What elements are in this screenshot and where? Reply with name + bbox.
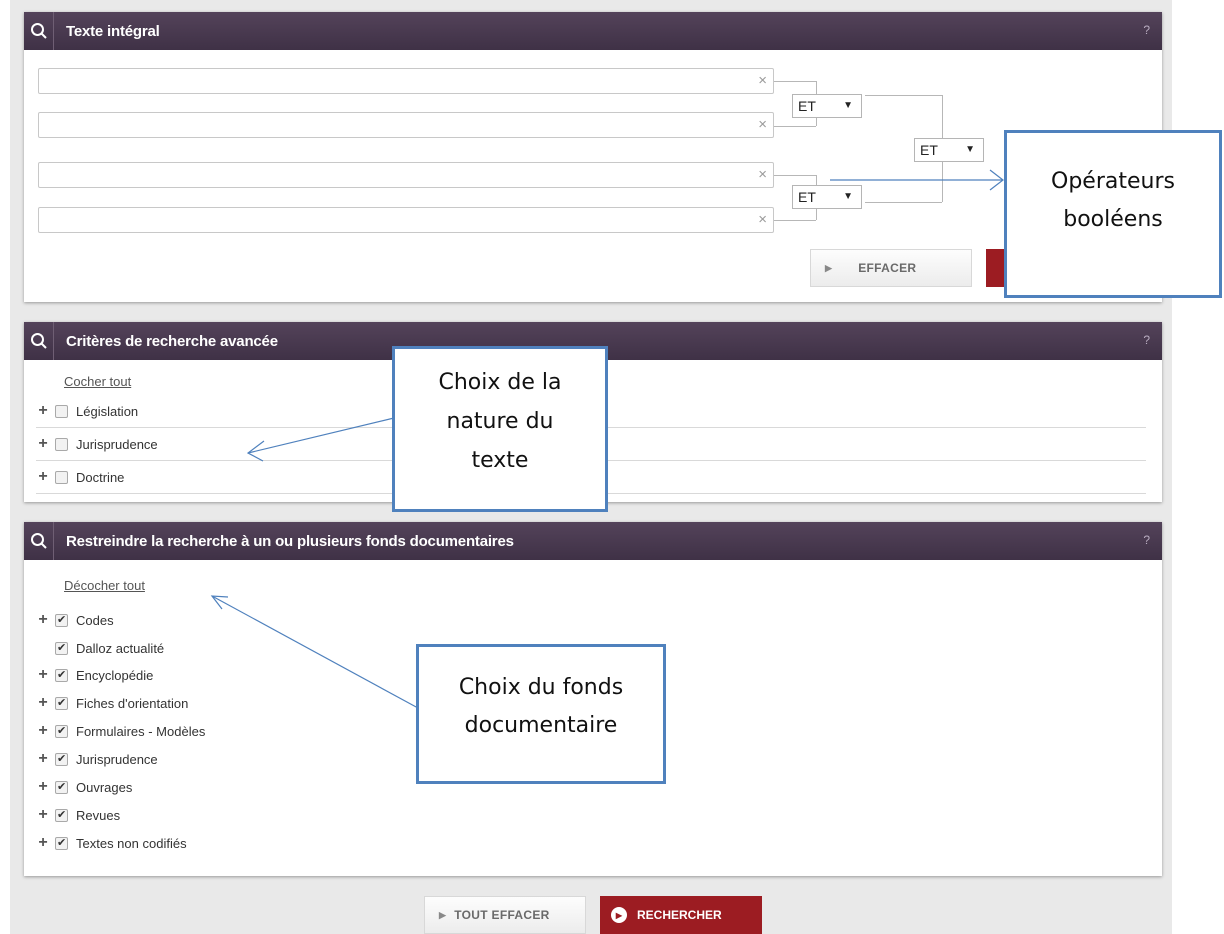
- fonds-row[interactable]: +Jurisprudence: [36, 748, 157, 770]
- expand-icon[interactable]: +: [36, 778, 50, 796]
- search-button[interactable]: ▶ RECHERCHER: [600, 896, 762, 934]
- dropdown-arrow-icon: ▼: [843, 100, 853, 111]
- play-icon: ▶: [825, 262, 833, 273]
- play-circle-icon: ▶: [611, 907, 627, 923]
- fulltext-input-4[interactable]: ×: [38, 207, 774, 233]
- expand-icon[interactable]: +: [36, 666, 50, 684]
- clear-icon[interactable]: ×: [758, 117, 767, 132]
- clear-icon[interactable]: ×: [758, 73, 767, 88]
- checkbox[interactable]: [55, 752, 68, 766]
- connector-line: [774, 175, 816, 176]
- fulltext-input-1[interactable]: ×: [38, 68, 774, 94]
- connector-line: [774, 81, 816, 82]
- fonds-row[interactable]: +Revues: [36, 804, 120, 826]
- checkbox[interactable]: [55, 808, 68, 822]
- connector-line: [865, 202, 942, 203]
- checkbox[interactable]: [55, 668, 68, 682]
- checkbox[interactable]: [55, 836, 68, 850]
- operator-select-1[interactable]: ET ▼: [792, 94, 862, 118]
- panel-header: Restreindre la recherche à un ou plusieu…: [24, 522, 1162, 560]
- connector-line: [865, 95, 942, 96]
- expand-icon[interactable]: +: [36, 402, 50, 420]
- checkbox[interactable]: [55, 641, 68, 655]
- connector-line: [942, 95, 943, 138]
- expand-icon[interactable]: +: [36, 435, 50, 453]
- clear-all-button[interactable]: ▶ TOUT EFFACER: [424, 896, 586, 934]
- fonds-row[interactable]: +Textes non codifiés: [36, 832, 186, 854]
- callout-operators: Opérateurs booléens: [1004, 130, 1222, 298]
- fonds-row[interactable]: +Formulaires - Modèles: [36, 720, 205, 742]
- clear-icon[interactable]: ×: [758, 212, 767, 227]
- expand-icon[interactable]: +: [36, 806, 50, 824]
- operator-select-2[interactable]: ET ▼: [792, 185, 862, 209]
- texte-integral-panel: Texte intégral ? × × × × ET ▼ ET ▼ ET ▼ ▶ E…: [24, 12, 1162, 302]
- expand-icon[interactable]: +: [36, 611, 50, 629]
- fonds-row[interactable]: +Ouvrages: [36, 776, 132, 798]
- connector-line: [942, 162, 943, 202]
- connector-line: [774, 126, 816, 127]
- search-icon: [24, 522, 54, 560]
- check-all-link[interactable]: Cocher tout: [64, 374, 131, 389]
- search-icon: [24, 12, 54, 50]
- play-icon: ▶: [439, 909, 447, 920]
- fonds-row[interactable]: +Fiches d'orientation: [36, 692, 188, 714]
- panel-title: Texte intégral: [66, 22, 160, 40]
- expand-icon[interactable]: +: [36, 750, 50, 768]
- fulltext-input-3[interactable]: ×: [38, 162, 774, 188]
- expand-icon[interactable]: +: [36, 722, 50, 740]
- clear-icon[interactable]: ×: [758, 167, 767, 182]
- search-icon: [24, 322, 54, 360]
- fonds-row[interactable]: Dalloz actualité: [36, 637, 164, 659]
- checkbox[interactable]: [55, 470, 68, 484]
- connector-line: [774, 220, 816, 221]
- help-icon[interactable]: ?: [1143, 533, 1150, 547]
- clear-button[interactable]: ▶ EFFACER: [810, 249, 972, 287]
- fulltext-input-2[interactable]: ×: [38, 112, 774, 138]
- expand-icon[interactable]: +: [36, 468, 50, 486]
- callout-fonds: Choix du fonds documentaire: [416, 644, 666, 784]
- checkbox[interactable]: [55, 724, 68, 738]
- fonds-row[interactable]: +Encyclopédie: [36, 664, 153, 686]
- uncheck-all-link[interactable]: Décocher tout: [64, 578, 145, 593]
- callout-nature: Choix de la nature du texte: [392, 346, 608, 512]
- fonds-row[interactable]: +Codes: [36, 609, 113, 631]
- expand-icon[interactable]: +: [36, 834, 50, 852]
- checkbox[interactable]: [55, 696, 68, 710]
- help-icon[interactable]: ?: [1143, 333, 1150, 347]
- panel-header: Texte intégral ?: [24, 12, 1162, 50]
- panel-title: Critères de recherche avancée: [66, 332, 278, 350]
- dropdown-arrow-icon: ▼: [965, 144, 975, 155]
- page-margin: [0, 0, 10, 934]
- checkbox[interactable]: [55, 437, 68, 451]
- help-icon[interactable]: ?: [1143, 23, 1150, 37]
- dropdown-arrow-icon: ▼: [843, 191, 853, 202]
- checkbox[interactable]: [55, 404, 68, 418]
- panel-title: Restreindre la recherche à un ou plusieu…: [66, 532, 514, 550]
- checkbox[interactable]: [55, 613, 68, 627]
- expand-icon[interactable]: +: [36, 694, 50, 712]
- checkbox[interactable]: [55, 780, 68, 794]
- operator-select-3[interactable]: ET ▼: [914, 138, 984, 162]
